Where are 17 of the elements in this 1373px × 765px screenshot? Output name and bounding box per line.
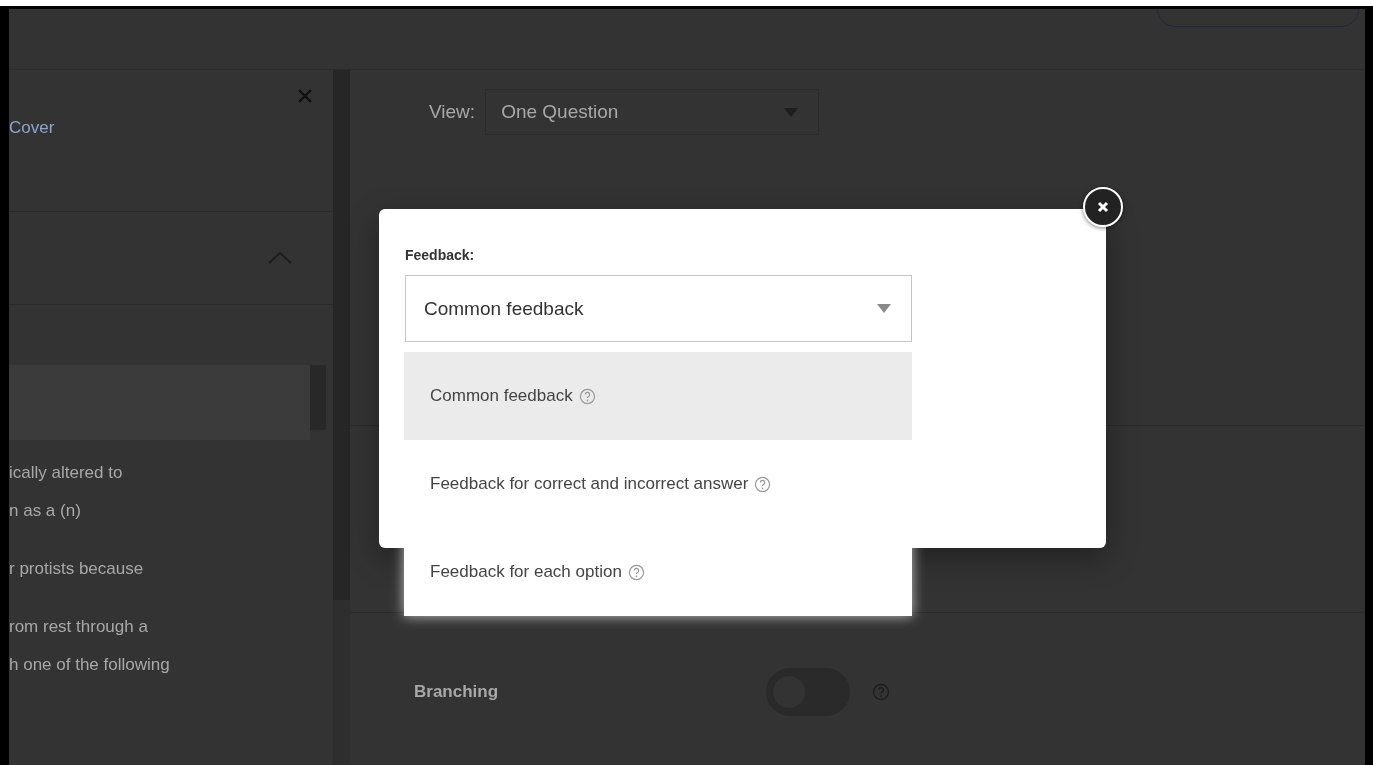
dropdown-option[interactable]: Common feedback <box>404 352 912 440</box>
feedback-label: Feedback: <box>405 247 476 263</box>
view-select[interactable]: One Question <box>485 89 820 135</box>
help-icon[interactable] <box>754 475 772 493</box>
dropdown-option[interactable]: Feedback for each option <box>404 528 912 616</box>
help-icon[interactable] <box>578 387 596 405</box>
feedback-select[interactable]: Common feedback <box>405 275 912 342</box>
view-label: View: <box>429 101 476 123</box>
question-text[interactable]: r protists because <box>9 550 144 588</box>
cover-link[interactable]: Cover <box>9 118 55 138</box>
help-icon[interactable] <box>627 563 645 581</box>
question-text[interactable]: rom rest through a h one of the following <box>9 608 170 684</box>
dropdown-option[interactable]: Feedback for correct and incorrect answer <box>404 440 912 528</box>
selected-question-row[interactable] <box>9 365 310 440</box>
question-text[interactable]: ically altered to n as a (n) <box>9 454 123 530</box>
caret-icon <box>877 304 891 313</box>
setting-label: Branching <box>414 682 500 702</box>
